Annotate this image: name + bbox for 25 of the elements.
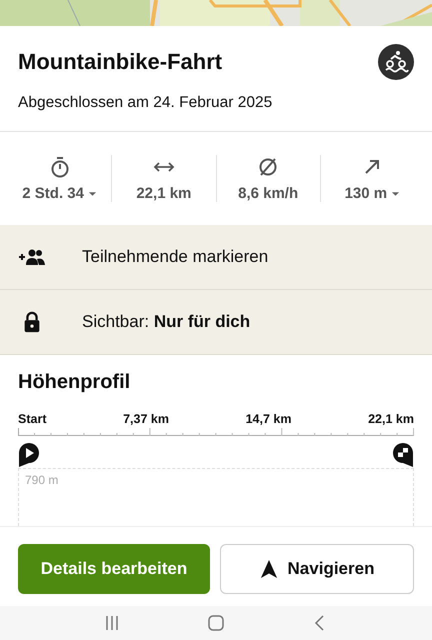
- finish-flag-icon: [392, 442, 414, 468]
- navigate-button[interactable]: Navigieren: [220, 544, 414, 594]
- edit-details-button[interactable]: Details bearbeiten: [18, 544, 210, 594]
- axis-label: Start: [18, 412, 46, 426]
- action-row[interactable]: Sichtbar: Nur für dich: [0, 290, 432, 355]
- home-icon[interactable]: [206, 613, 226, 633]
- section-title: Höhenprofil: [18, 371, 132, 394]
- stat-value: 8,6 km/h: [238, 185, 298, 202]
- axis-label: 14,7 km: [246, 412, 292, 426]
- caret-icon: [88, 190, 97, 196]
- activity-date: Abgeschlossen am 24. Februar 2025: [18, 94, 274, 112]
- axis-label: 7,37 km: [123, 412, 169, 426]
- activity-title: Mountainbike-Fahrt: [18, 49, 222, 75]
- stat-value: 22,1 km: [136, 185, 192, 202]
- caret-icon: [391, 190, 400, 196]
- axis-label: 22,1 km: [368, 412, 414, 426]
- elevation-label: 790 m: [25, 473, 58, 487]
- action-label: Teilnehmende markieren: [82, 247, 268, 267]
- stat-value[interactable]: 2 Std. 34: [22, 185, 97, 202]
- start-marker-icon: [18, 442, 40, 468]
- cyclist-icon: [378, 44, 414, 80]
- stat-value[interactable]: 130 m: [344, 185, 400, 202]
- action-row[interactable]: Teilnehmende markieren: [0, 225, 432, 290]
- navigation-arrow-icon: [260, 559, 278, 579]
- action-label: Sichtbar: Nur für dich: [82, 312, 250, 332]
